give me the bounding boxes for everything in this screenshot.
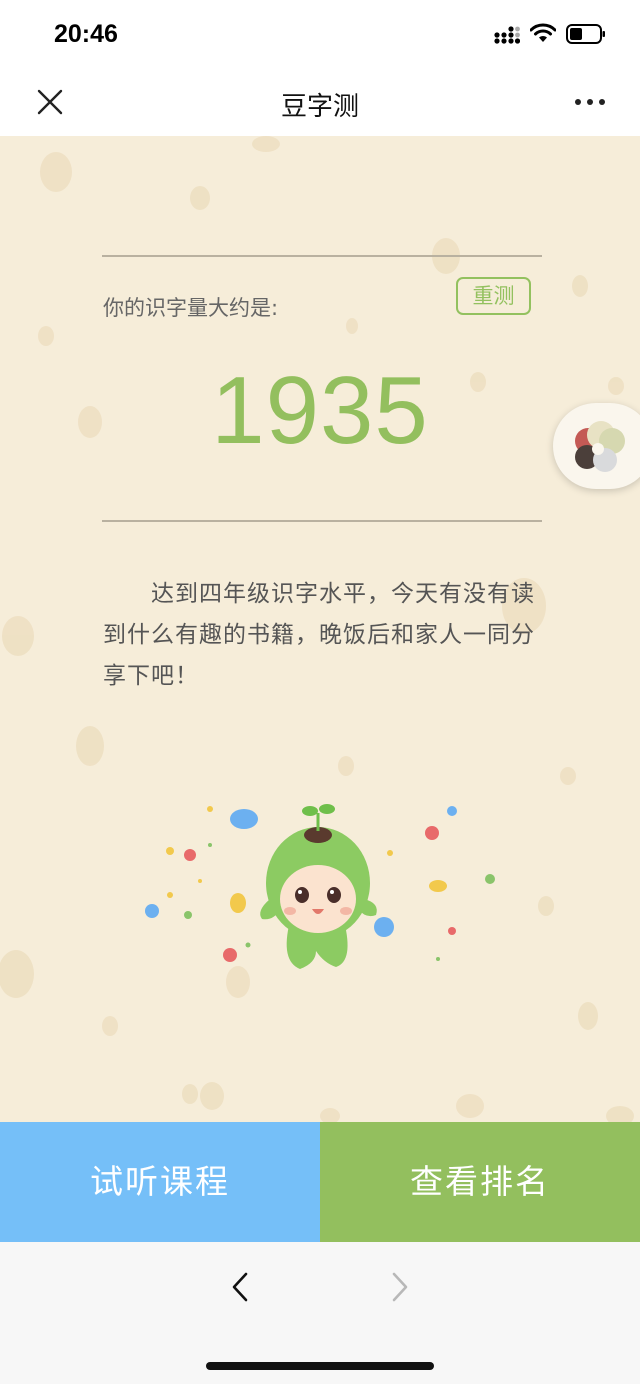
sprout-mascot-illustration [145,804,495,969]
divider-bottom [102,520,542,522]
more-icon[interactable] [572,86,608,118]
battery-icon [566,24,605,44]
trial-course-button[interactable]: 试听课程 [0,1122,320,1242]
action-bar: 试听课程 查看排名 [0,1122,640,1242]
signal-icon [494,26,520,44]
vocabulary-count: 1935 [211,357,429,464]
result-panel: 你的识字量大约是: 重测 1935 达到四年级识字水平，今天有没有读到什么有趣的… [0,136,640,1122]
wifi-icon [530,23,556,42]
status-time: 20:46 [54,20,118,48]
forward-icon[interactable] [384,1270,414,1304]
result-label: 你的识字量大约是: [103,296,279,320]
flower-icon [575,421,625,472]
home-indicator [206,1362,434,1370]
result-description: 达到四年级识字水平，今天有没有读到什么有趣的书籍，晚饭后和家人一同分享下吧！ [103,581,535,689]
nav-bar: 豆字测 [0,70,640,136]
status-bar: 20:46 [0,0,640,70]
browser-toolbar [0,1242,640,1384]
view-ranking-button[interactable]: 查看排名 [320,1122,640,1242]
floating-widget-button[interactable] [553,403,640,489]
page-title: 豆字测 [280,92,359,122]
divider-top [102,255,542,257]
back-icon[interactable] [226,1270,256,1304]
retest-button[interactable]: 重测 [456,277,531,315]
